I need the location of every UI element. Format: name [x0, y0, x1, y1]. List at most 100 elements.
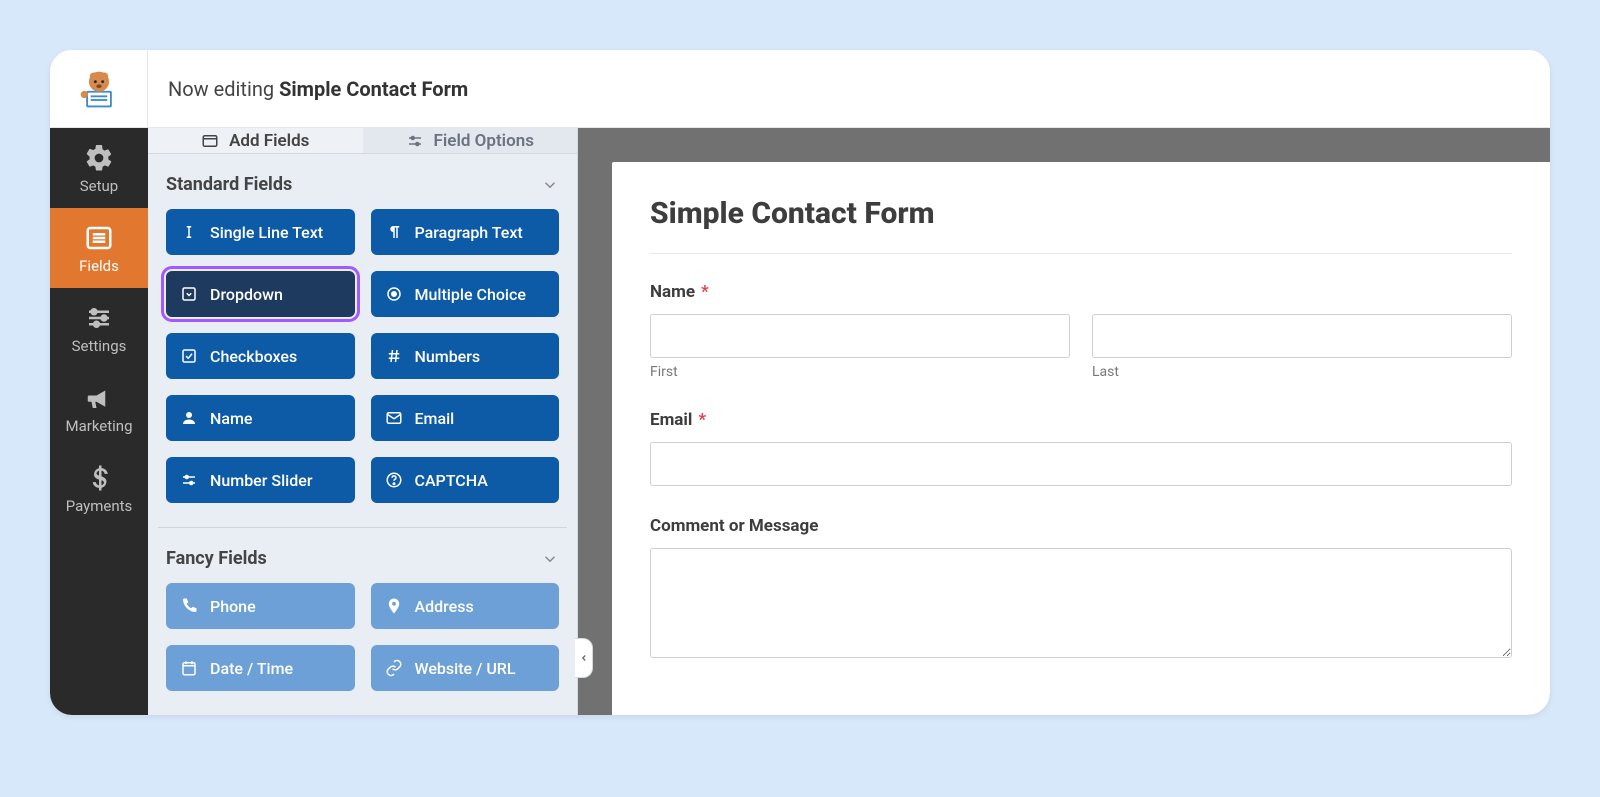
field-label: Numbers: [415, 347, 481, 366]
wpforms-mascot-icon: [77, 67, 121, 111]
field-label: Checkboxes: [210, 347, 297, 366]
field-website-url[interactable]: Website / URL: [371, 645, 560, 691]
question-circle-icon: [385, 471, 403, 489]
dollar-icon: [84, 463, 114, 493]
fancy-fields-section: Fancy Fields Phone Address Date / Time: [148, 528, 577, 715]
nav-setup-label: Setup: [80, 179, 118, 194]
nav-settings[interactable]: Settings: [50, 288, 148, 368]
email-input[interactable]: [650, 442, 1512, 486]
label-text: Comment or Message: [650, 516, 818, 536]
list-icon: [84, 223, 114, 253]
nav-fields-label: Fields: [79, 259, 119, 274]
sliders-icon: [84, 303, 114, 333]
chevron-down-icon: [541, 176, 559, 194]
bullhorn-icon: [84, 383, 114, 413]
sliders-icon: [180, 471, 198, 489]
fancy-fields-header[interactable]: Fancy Fields: [162, 542, 563, 583]
field-comment-preview[interactable]: Comment or Message: [650, 516, 1512, 662]
calendar-icon: [180, 659, 198, 677]
paragraph-icon: [385, 223, 403, 241]
caret-square-down-icon: [180, 285, 198, 303]
field-number-slider[interactable]: Number Slider: [166, 457, 355, 503]
main-row: Setup Fields Settings Marketing Payments: [50, 128, 1550, 715]
field-label: Address: [415, 597, 474, 616]
sidebar-collapse-button[interactable]: [575, 638, 593, 678]
nav-marketing[interactable]: Marketing: [50, 368, 148, 448]
nav-settings-label: Settings: [72, 339, 127, 354]
email-label: Email *: [650, 410, 1512, 430]
tab-add-fields-label: Add Fields: [229, 131, 309, 151]
topbar: Now editing Simple Contact Form: [50, 50, 1550, 128]
required-marker: *: [698, 410, 706, 430]
label-text: Email: [650, 410, 692, 430]
map-marker-icon: [385, 597, 403, 615]
field-name-preview[interactable]: Name * First Last: [650, 282, 1512, 380]
sliders-icon: [406, 132, 424, 150]
nav-payments-label: Payments: [66, 499, 133, 514]
field-name[interactable]: Name: [166, 395, 355, 441]
field-single-line-text[interactable]: Single Line Text: [166, 209, 355, 255]
tab-add-fields[interactable]: Add Fields: [148, 128, 363, 153]
comment-label: Comment or Message: [650, 516, 1512, 536]
chevron-left-icon: [579, 653, 589, 663]
radio-icon: [385, 285, 403, 303]
field-address[interactable]: Address: [371, 583, 560, 629]
field-label: Website / URL: [415, 659, 516, 678]
field-phone[interactable]: Phone: [166, 583, 355, 629]
field-numbers[interactable]: Numbers: [371, 333, 560, 379]
field-dropdown[interactable]: Dropdown: [166, 271, 355, 317]
standard-fields-header[interactable]: Standard Fields: [162, 168, 563, 209]
page-title: Now editing Simple Contact Form: [148, 77, 468, 101]
last-sublabel: Last: [1092, 364, 1512, 380]
field-label: Paragraph Text: [415, 223, 523, 242]
phone-icon: [180, 597, 198, 615]
fancy-fields-title: Fancy Fields: [166, 548, 267, 569]
nav-marketing-label: Marketing: [65, 419, 132, 434]
tab-field-options-label: Field Options: [434, 131, 534, 151]
form-preview[interactable]: Simple Contact Form Name * First Las: [612, 162, 1550, 715]
field-label: CAPTCHA: [415, 471, 488, 490]
field-label: Name: [210, 409, 252, 428]
nav-fields[interactable]: Fields: [50, 208, 148, 288]
logo[interactable]: [50, 50, 148, 127]
field-captcha[interactable]: CAPTCHA: [371, 457, 560, 503]
sidebar-tabs: Add Fields Field Options: [148, 128, 577, 154]
label-text: Name: [650, 282, 695, 302]
check-square-icon: [180, 347, 198, 365]
tab-field-options[interactable]: Field Options: [363, 128, 578, 153]
text-cursor-icon: [180, 223, 198, 241]
hash-icon: [385, 347, 403, 365]
form-name: Simple Contact Form: [279, 77, 468, 101]
name-label: Name *: [650, 282, 1512, 302]
chevron-down-icon: [541, 550, 559, 568]
form-title: Simple Contact Form: [650, 196, 1512, 254]
envelope-icon: [385, 409, 403, 427]
required-marker: *: [701, 282, 709, 302]
field-paragraph-text[interactable]: Paragraph Text: [371, 209, 560, 255]
gear-icon: [84, 143, 114, 173]
field-label: Multiple Choice: [415, 285, 526, 304]
field-label: Date / Time: [210, 659, 293, 678]
nav-setup[interactable]: Setup: [50, 128, 148, 208]
standard-fields-section: Standard Fields Single Line Text Paragra…: [148, 154, 577, 527]
first-name-input[interactable]: [650, 314, 1070, 358]
field-label: Dropdown: [210, 285, 283, 304]
standard-fields-title: Standard Fields: [166, 174, 292, 195]
window-icon: [201, 132, 219, 150]
field-label: Number Slider: [210, 471, 312, 490]
field-multiple-choice[interactable]: Multiple Choice: [371, 271, 560, 317]
fields-sidebar: Add Fields Field Options Standard Fields…: [148, 128, 578, 715]
link-icon: [385, 659, 403, 677]
preview-area: Simple Contact Form Name * First Las: [578, 128, 1550, 715]
field-date-time[interactable]: Date / Time: [166, 645, 355, 691]
field-email[interactable]: Email: [371, 395, 560, 441]
nav-payments[interactable]: Payments: [50, 448, 148, 528]
field-email-preview[interactable]: Email *: [650, 410, 1512, 486]
title-prefix: Now editing: [168, 77, 279, 101]
field-checkboxes[interactable]: Checkboxes: [166, 333, 355, 379]
last-name-input[interactable]: [1092, 314, 1512, 358]
comment-textarea[interactable]: [650, 548, 1512, 658]
left-nav: Setup Fields Settings Marketing Payments: [50, 128, 148, 715]
app-window: Now editing Simple Contact Form Setup Fi…: [50, 50, 1550, 715]
user-icon: [180, 409, 198, 427]
